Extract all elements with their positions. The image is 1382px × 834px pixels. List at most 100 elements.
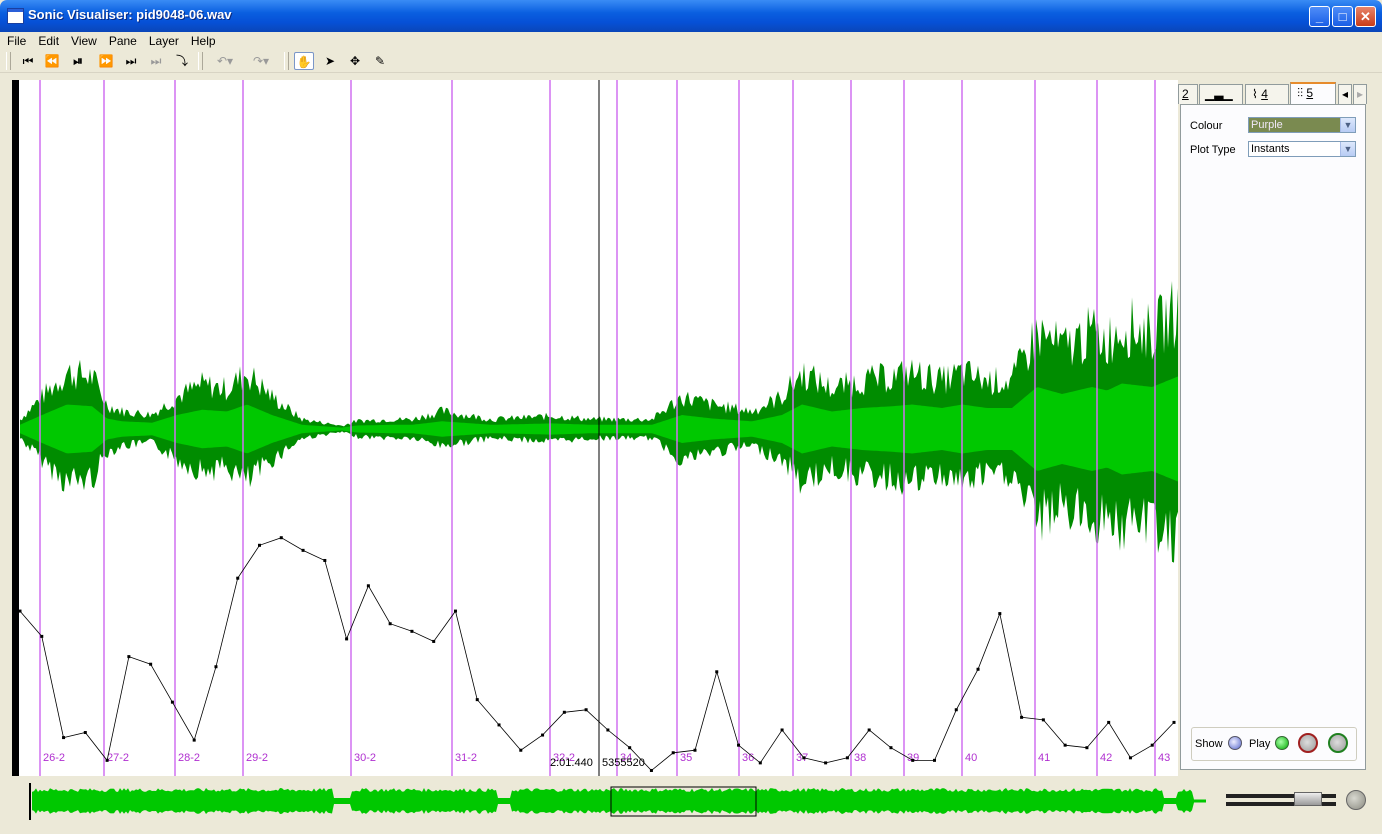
- curve-point: [584, 708, 588, 712]
- curve-point: [497, 723, 501, 727]
- overview-waveform: [32, 788, 1206, 814]
- skip-end-icon[interactable]: ⏭: [121, 52, 141, 70]
- curve-point: [366, 584, 370, 588]
- playback-speed-slider[interactable]: [1226, 792, 1336, 808]
- curve-point: [628, 746, 632, 750]
- overview-pane[interactable]: [12, 778, 1222, 824]
- curve-point: [780, 728, 784, 732]
- curve-point: [149, 662, 153, 666]
- instant-label: 30-2: [354, 752, 376, 764]
- toolbar-grip[interactable]: [284, 52, 289, 70]
- curve-point: [410, 629, 414, 633]
- curve-point: [867, 728, 871, 732]
- colour-select[interactable]: Purple ▼: [1248, 117, 1356, 133]
- toolbar-grip[interactable]: [6, 52, 11, 70]
- instant-label: 29-2: [246, 752, 268, 764]
- curve-point: [323, 558, 327, 562]
- curve-point: [105, 758, 109, 762]
- tab-layer-2[interactable]: 2: [1178, 84, 1198, 104]
- rewind-icon[interactable]: ⏪: [42, 52, 62, 70]
- curve-point: [541, 733, 545, 737]
- instant-label: 26-2: [43, 752, 65, 764]
- pan-knob[interactable]: [1328, 733, 1348, 753]
- navigate-hand-icon[interactable]: ✋: [294, 52, 314, 70]
- curve-point: [519, 748, 523, 752]
- curve-point: [758, 761, 762, 765]
- undo-icon[interactable]: ↶▾: [212, 52, 238, 70]
- plot-type-value: Instants: [1251, 143, 1290, 155]
- curve-point: [475, 698, 479, 702]
- fast-forward-icon[interactable]: ⏩: [96, 52, 116, 70]
- curve-point: [737, 743, 741, 747]
- curve-point: [1128, 756, 1132, 760]
- time-readout: 2:01.440: [550, 757, 593, 769]
- volume-knob[interactable]: [1346, 790, 1366, 810]
- menu-edit[interactable]: Edit: [33, 32, 64, 50]
- curve-point: [1150, 743, 1154, 747]
- toolbar-grip[interactable]: [198, 52, 203, 70]
- chevron-down-icon: ▼: [1340, 118, 1355, 132]
- tab-scroll-right-icon[interactable]: ▸: [1353, 84, 1367, 104]
- curve-point: [432, 639, 436, 643]
- curve-point: [1063, 743, 1067, 747]
- menu-layer[interactable]: Layer: [144, 32, 184, 50]
- main-pane[interactable]: 26-2 27-2 28-2 29-2 30-2 31-2 32-2 34 35 36 37 38 39…: [12, 80, 1178, 776]
- curve-point: [562, 710, 566, 714]
- curve-point: [715, 670, 719, 674]
- curve-point: [127, 655, 131, 659]
- title-bar: Sonic Visualiser: pid9048-06.wav _ □ ✕: [0, 0, 1382, 32]
- curve-point: [824, 761, 828, 765]
- overview-canvas[interactable]: [12, 778, 1222, 824]
- menu-help[interactable]: Help: [186, 32, 221, 50]
- rewind-start-icon[interactable]: ⏮: [18, 52, 38, 70]
- waveform-tab-icon: ▁▃▁: [1205, 87, 1233, 101]
- instant-label: 38: [854, 752, 866, 764]
- layer-tabs: 2 ▁▃▁ 3 ⌇ 4 ⫶⫶ 5 ◂ ▸: [1178, 82, 1370, 120]
- move-icon[interactable]: ✥: [345, 52, 365, 70]
- tab-scroll-left-icon[interactable]: ◂: [1338, 84, 1352, 104]
- menu-file[interactable]: File: [2, 32, 31, 50]
- instant-label: 42: [1100, 752, 1112, 764]
- curve-point: [954, 708, 958, 712]
- curve-point: [301, 548, 305, 552]
- curve-point: [1085, 746, 1089, 750]
- instant-label: 28-2: [178, 752, 200, 764]
- menu-pane[interactable]: Pane: [104, 32, 142, 50]
- play-toggle[interactable]: [1275, 736, 1289, 750]
- select-arrow-icon[interactable]: ➤: [320, 52, 340, 70]
- close-button[interactable]: ✕: [1355, 6, 1376, 27]
- curve-point: [388, 622, 392, 626]
- draw-pencil-icon[interactable]: ✎: [370, 52, 390, 70]
- gain-knob[interactable]: [1298, 733, 1318, 753]
- tab-layer-5[interactable]: ⫶⫶ 5: [1290, 82, 1336, 105]
- curve-point: [911, 758, 915, 762]
- menu-view[interactable]: View: [66, 32, 102, 50]
- tab-layer-4[interactable]: ⌇ 4: [1245, 84, 1289, 104]
- property-panel: 2 ▁▃▁ 3 ⌇ 4 ⫶⫶ 5 ◂ ▸ Colour Purple ▼ Plo…: [1178, 80, 1370, 776]
- curve-point: [1020, 715, 1024, 719]
- curve-point: [802, 756, 806, 760]
- plot-type-label: Plot Type: [1190, 144, 1236, 156]
- frame-readout: 5355520: [602, 757, 645, 769]
- instant-label: 35: [680, 752, 692, 764]
- loop-playback-icon[interactable]: ⤵: [172, 52, 192, 70]
- instant-label: 27-2: [107, 752, 129, 764]
- slider-handle[interactable]: [1294, 792, 1322, 806]
- show-play-controls: Show Play: [1191, 727, 1357, 761]
- minimize-button[interactable]: _: [1309, 6, 1330, 27]
- instant-label: 43: [1158, 752, 1170, 764]
- maximize-button[interactable]: □: [1332, 6, 1353, 27]
- instants-tab-icon: ⫶⫶: [1297, 86, 1304, 100]
- plot-type-select[interactable]: Instants ▼: [1248, 141, 1356, 157]
- pane-canvas[interactable]: 26-2 27-2 28-2 29-2 30-2 31-2 32-2 34 35 36 37 38 39…: [12, 80, 1178, 776]
- curve-point: [1172, 720, 1176, 724]
- redo-icon[interactable]: ↷▾: [248, 52, 274, 70]
- curve-point: [40, 634, 44, 638]
- curve-line: [19, 537, 1175, 772]
- menu-bar: File Edit View Pane Layer Help: [0, 32, 1382, 50]
- layer-properties: Colour Purple ▼ Plot Type Instants ▼ Sho…: [1180, 104, 1366, 770]
- show-toggle[interactable]: [1228, 736, 1242, 750]
- tab-layer-3[interactable]: ▁▃▁ 3: [1199, 84, 1243, 120]
- curve-point: [649, 768, 653, 772]
- play-pause-icon[interactable]: ⏯: [68, 52, 88, 70]
